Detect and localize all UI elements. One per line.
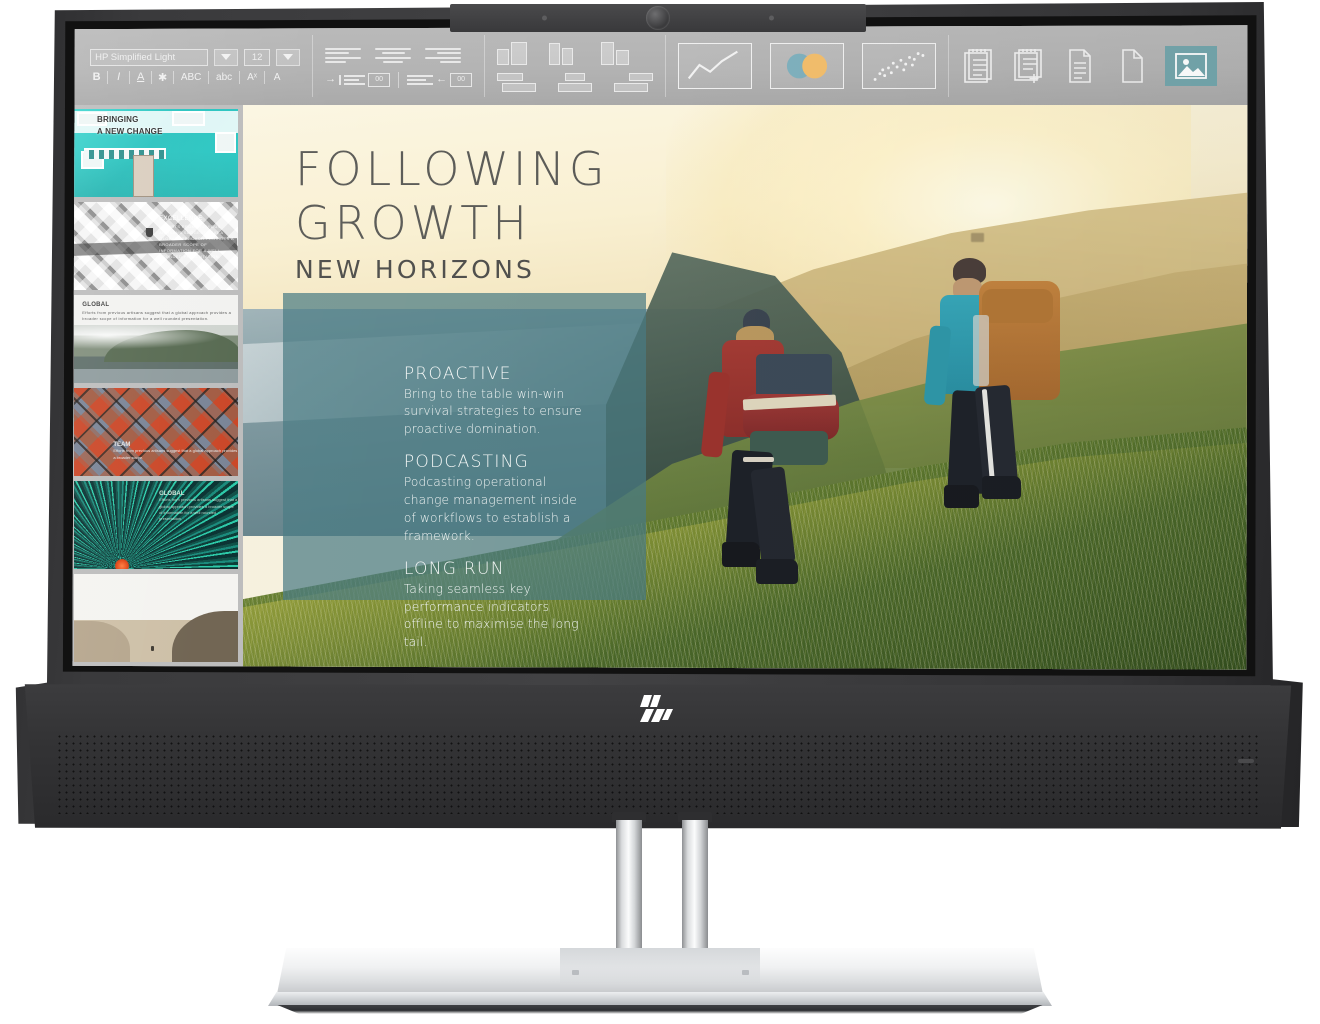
panel-body-proactive: Bring to the table win-win survival stra…	[403, 386, 582, 437]
speaker-grille	[55, 733, 1261, 815]
stand-base-reflection	[560, 948, 760, 994]
superscript-button[interactable]: Aˣ	[244, 72, 260, 83]
monitor-stand	[0, 812, 1320, 960]
bottom-bezel	[24, 684, 1292, 829]
panel-heading-proactive: PROACTIVE	[403, 363, 512, 384]
hp-monitor: HP Simplified Light 12 B I A ✱ ABC abc A…	[8, 2, 1308, 832]
insert-image-button[interactable]	[1165, 46, 1218, 87]
display-panel: HP Simplified Light 12 B I A ✱ ABC abc A…	[62, 15, 1257, 677]
slide-thumbnail-5[interactable]: GLOBAL Efforts from previous artisans su…	[74, 480, 238, 569]
indent-decrease-icon[interactable]: ← 00	[407, 72, 473, 87]
scatter-chart-button[interactable]	[862, 43, 937, 90]
layout-two-column-icon[interactable]	[497, 41, 537, 65]
panel-body-podcasting: Podcasting operational change management…	[403, 475, 577, 543]
app-toolbar: HP Simplified Light 12 B I A ✱ ABC abc A…	[72, 25, 1248, 105]
slide-thumbnail-1[interactable]: BRINGING A NEW CHANGE	[74, 108, 238, 197]
panel-body-long-run: Taking seamless key performance indicato…	[403, 581, 579, 649]
slide-thumbnail-6[interactable]	[74, 573, 238, 662]
thumbnail-2-title: EXCELLENCE	[159, 215, 203, 222]
app-content: BRINGING A NEW CHANGE EXCELLENCE EFFORTS…	[72, 104, 1248, 670]
base-screw-right	[742, 970, 749, 975]
thumbnail-3-body: Efforts from previous artisans suggest t…	[82, 309, 232, 322]
font-size-input[interactable]: 12	[244, 48, 271, 66]
uppercase-button[interactable]: ABC	[178, 72, 204, 83]
power-button[interactable]	[1238, 759, 1255, 764]
headline-line-2: GROWTH	[294, 195, 531, 250]
font-name-input[interactable]: HP Simplified Light	[90, 48, 209, 66]
layout-group	[487, 29, 663, 103]
indent-value-box-2[interactable]: 00	[450, 72, 473, 87]
italic-button[interactable]: I	[112, 71, 125, 83]
slide-thumbnail-2[interactable]: EXCELLENCE Efforts from previous artisan…	[74, 201, 238, 290]
slide-thumbnail-4[interactable]: TEAM Efforts from previous artisans sugg…	[74, 387, 238, 476]
notepad-add-button[interactable]	[1012, 46, 1046, 86]
layout-split-icon[interactable]	[549, 41, 589, 65]
thumbnail-1-title-line1: BRINGING	[96, 115, 139, 125]
bold-button[interactable]: B	[90, 71, 103, 83]
stand-column-left	[616, 820, 642, 948]
venn-chart-button[interactable]	[770, 43, 845, 90]
font-group: HP Simplified Light 12 B I A ✱ ABC abc A…	[80, 29, 310, 103]
notepad-button[interactable]	[961, 46, 995, 86]
panel-section-podcasting: PODCASTING Podcasting operational change…	[404, 452, 586, 545]
slide-thumbnail-sidebar[interactable]: BRINGING A NEW CHANGE EXCELLENCE EFFORTS…	[72, 104, 243, 670]
headline-subhead: NEW HORIZONS	[294, 255, 536, 285]
webcam-icon	[646, 6, 670, 31]
webcam-bar	[450, 4, 866, 33]
stand-column-right	[682, 820, 708, 948]
indent-value-box[interactable]: 00	[368, 72, 391, 87]
panel-heading-podcasting: PODCASTING	[403, 452, 530, 473]
screen-content: HP Simplified Light 12 B I A ✱ ABC abc A…	[72, 25, 1248, 670]
align-left-icon[interactable]	[325, 45, 362, 67]
layout-sidebar-icon[interactable]	[601, 41, 641, 65]
slide-headline: FOLLOWING GROWTH NEW HORIZONS	[295, 142, 609, 285]
thumbnail-5-body: Efforts from previous artisans suggest t…	[159, 497, 238, 521]
insert-group	[951, 29, 1227, 103]
screenshot-root: HP Simplified Light 12 B I A ✱ ABC abc A…	[0, 0, 1320, 1024]
font-size-dropdown-button[interactable]	[276, 48, 301, 66]
hp-logo	[637, 693, 679, 728]
thumbnail-1-title-line2: A NEW CHANGE	[96, 126, 163, 136]
layout-caption-center-icon[interactable]	[553, 70, 597, 92]
layout-caption-left-icon[interactable]	[497, 70, 541, 92]
ridge-structure	[970, 232, 984, 242]
hiker-right	[908, 258, 1069, 542]
slide-text-panel[interactable]: PROACTIVE Bring to the table win-win sur…	[282, 293, 646, 649]
presentation-app: HP Simplified Light 12 B I A ✱ ABC abc A…	[72, 25, 1248, 670]
indent-increase-icon[interactable]: → 00	[325, 72, 391, 87]
document-button[interactable]	[1063, 46, 1097, 86]
align-right-icon[interactable]	[425, 45, 462, 67]
lowercase-button[interactable]: abc	[213, 72, 235, 83]
hiker-left	[691, 309, 862, 593]
thumbnail-4-body: Efforts from previous artisans suggest t…	[113, 448, 238, 460]
stand-base-shadow	[277, 1005, 1043, 1014]
slide-canvas[interactable]: FOLLOWING GROWTH NEW HORIZONS PROACTIVE …	[242, 104, 1248, 670]
font-dropdown-button[interactable]	[214, 48, 239, 66]
align-center-icon[interactable]	[375, 45, 412, 67]
thumbnail-2-body: Efforts from previous artisans suggest t…	[159, 223, 234, 259]
slide-thumbnail-3[interactable]: GLOBAL Efforts from previous artisans su…	[74, 294, 238, 383]
chart-group	[668, 29, 946, 103]
layout-caption-right-icon[interactable]	[609, 70, 654, 92]
headline-line-1: FOLLOWING	[294, 141, 609, 196]
panel-section-proactive: PROACTIVE Bring to the table win-win sur…	[404, 364, 586, 439]
base-screw-left	[572, 970, 579, 975]
text-color-button[interactable]: ✱	[156, 71, 169, 84]
underline-button[interactable]: A	[134, 71, 147, 83]
panel-heading-long-run: LONG RUN	[403, 558, 505, 579]
stand-base-edge	[268, 992, 1052, 1006]
blank-page-button[interactable]	[1114, 46, 1148, 86]
line-chart-button[interactable]	[678, 43, 753, 90]
panel-section-long-run: LONG RUN Taking seamless key performance…	[404, 559, 586, 652]
alignment-group: → 00 ← 00	[315, 29, 482, 103]
thumbnail-3-title: GLOBAL	[82, 301, 110, 308]
subscript-button[interactable]: A	[269, 72, 285, 83]
